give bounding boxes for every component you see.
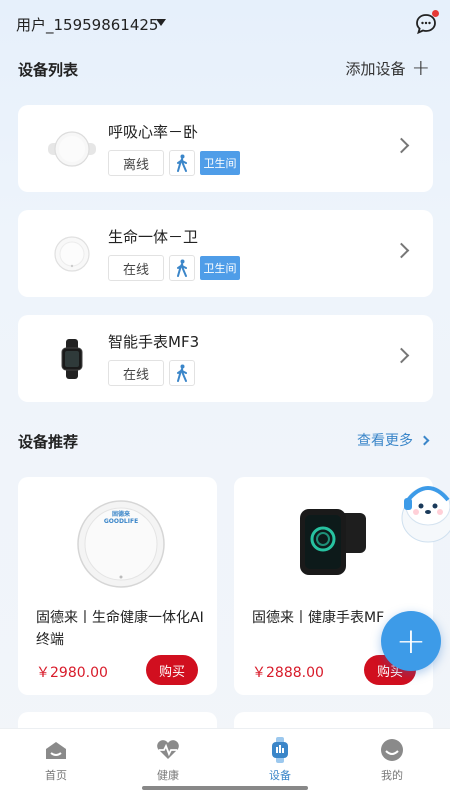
watch-icon xyxy=(267,737,293,763)
product-price: ￥2888.00 xyxy=(252,665,324,681)
ceiling-sensor-icon xyxy=(46,228,98,280)
add-device-button[interactable]: 添加设备 + xyxy=(345,55,430,81)
tab-health[interactable]: 健康 xyxy=(128,737,208,783)
top-bar: 用户_15959861425 xyxy=(0,0,450,48)
status-badge: 在线 xyxy=(108,255,164,281)
product-title: 固德来丨生命健康一体化AI终端 xyxy=(36,610,204,648)
tab-label: 首页 xyxy=(45,769,67,782)
chevron-right-icon[interactable] xyxy=(393,347,410,364)
mascot-assistant-icon[interactable] xyxy=(398,470,450,550)
plus-icon: + xyxy=(411,55,430,81)
home-icon xyxy=(43,737,69,763)
chevron-right-icon xyxy=(419,435,430,445)
caret-down-icon[interactable] xyxy=(156,19,166,26)
tab-devices[interactable]: 设备 xyxy=(240,737,320,783)
device-card[interactable]: 智能手表MF3 在线 xyxy=(18,315,433,402)
tab-home[interactable]: 首页 xyxy=(16,737,96,783)
walking-person-icon xyxy=(169,255,195,281)
buy-button[interactable]: 购买 xyxy=(146,655,198,685)
tab-label: 设备 xyxy=(269,769,291,782)
heartbeat-icon xyxy=(155,737,181,763)
see-more-link[interactable]: 查看更多 xyxy=(357,430,430,450)
profile-icon xyxy=(379,737,405,763)
device-card[interactable]: 呼吸心率－卧 离线 卫生间 xyxy=(18,105,433,192)
device-card[interactable]: 生命一体－卫 在线 卫生间 xyxy=(18,210,433,297)
room-tag: 卫生间 xyxy=(200,151,240,175)
product-price: ￥2980.00 xyxy=(36,665,108,681)
walking-person-icon xyxy=(169,150,195,176)
product-logo-text: 固德来 GOODLIFE xyxy=(103,511,139,525)
chevron-right-icon[interactable] xyxy=(393,137,410,154)
device-name: 智能手表MF3 xyxy=(108,333,200,351)
device-name: 呼吸心率－卧 xyxy=(108,123,199,141)
add-floating-button[interactable]: + xyxy=(381,611,441,671)
notification-dot xyxy=(432,10,439,17)
recommend-title: 设备推荐 xyxy=(18,433,79,451)
status-badge: 在线 xyxy=(108,360,164,386)
device-list-title: 设备列表 xyxy=(18,61,79,79)
round-sensor-icon xyxy=(46,123,98,175)
chevron-right-icon[interactable] xyxy=(393,242,410,259)
home-indicator xyxy=(142,786,308,790)
see-more-label: 查看更多 xyxy=(357,433,413,449)
device-name: 生命一体－卫 xyxy=(108,228,199,246)
room-tag: 卫生间 xyxy=(200,256,240,280)
product-image: 固德来 GOODLIFE xyxy=(76,499,166,589)
product-card[interactable]: 固德来 GOODLIFE 固德来丨生命健康一体化AI终端 ￥2980.00 购买 xyxy=(18,477,217,695)
product-image xyxy=(296,505,368,585)
watch-icon xyxy=(46,333,98,385)
user-account-name[interactable]: 用户_15959861425 xyxy=(16,14,158,35)
walking-person-icon xyxy=(169,360,195,386)
tab-profile[interactable]: 我的 xyxy=(352,737,432,783)
add-device-label: 添加设备 xyxy=(345,60,406,78)
status-badge: 离线 xyxy=(108,150,164,176)
plus-icon: + xyxy=(395,620,427,662)
tab-label: 健康 xyxy=(157,769,179,782)
tab-label: 我的 xyxy=(381,769,403,782)
